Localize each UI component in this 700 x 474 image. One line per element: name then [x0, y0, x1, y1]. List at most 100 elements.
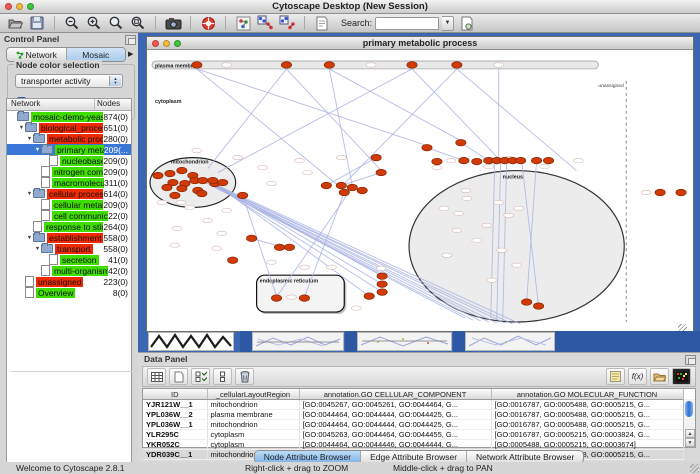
table-column-header[interactable]: _cellularLayoutRegion — [207, 389, 299, 400]
network-node[interactable] — [271, 295, 281, 302]
network-canvas[interactable]: plasma membrane cytoplasm mitochondrion … — [148, 51, 692, 330]
annotation-icon[interactable] — [313, 15, 331, 31]
network-window-titlebar[interactable]: primary metabolic process — [147, 37, 693, 50]
network-node[interactable] — [676, 189, 686, 196]
tree-row[interactable]: macromolecule311(0) — [7, 177, 131, 188]
tab-overflow-arrow-icon[interactable]: ▶ — [128, 50, 133, 58]
tree-row[interactable]: Overview8(0) — [7, 287, 131, 298]
table-vertical-scrollbar[interactable]: ▲ ▼ — [683, 399, 695, 447]
network-node[interactable] — [218, 179, 228, 186]
tree-row[interactable]: ▼cellular process614(0) — [7, 188, 131, 199]
notes-icon[interactable] — [606, 368, 625, 385]
tree-row[interactable]: response to stimulu264(0) — [7, 221, 131, 232]
expand-arrow-icon[interactable]: ▼ — [18, 125, 25, 131]
zoom-fit-icon[interactable] — [107, 15, 125, 31]
background-window-thumbnail[interactable] — [252, 332, 344, 351]
app-resize-grip[interactable] — [690, 464, 699, 473]
network-node[interactable] — [281, 62, 291, 69]
network-node[interactable] — [357, 187, 367, 194]
network-node[interactable] — [162, 184, 172, 191]
network-node[interactable] — [515, 157, 525, 164]
new-attribute-icon[interactable] — [169, 368, 188, 385]
network-node[interactable] — [198, 177, 208, 184]
network-node[interactable] — [192, 62, 202, 69]
background-window-thumbnail[interactable] — [148, 332, 234, 351]
network-node[interactable] — [531, 157, 541, 164]
save-icon[interactable] — [28, 15, 46, 31]
select-attributes-icon[interactable] — [147, 368, 166, 385]
network-node[interactable] — [336, 182, 346, 189]
expand-arrow-icon[interactable]: ▼ — [26, 136, 33, 142]
table-row[interactable]: YPL036W__1mitochondrion[GO:0044464, GO:0… — [143, 420, 683, 430]
tree-column-network[interactable]: Network — [7, 99, 95, 110]
network-node[interactable] — [177, 167, 187, 174]
network-node[interactable] — [246, 235, 256, 242]
tree-row[interactable]: unassigned223(0) — [7, 276, 131, 287]
layout-nodes-icon[interactable] — [256, 15, 274, 31]
network-node[interactable] — [347, 184, 357, 191]
network-node[interactable] — [321, 182, 331, 189]
tree-row[interactable]: secretion41(0) — [7, 254, 131, 265]
float-panel-icon[interactable] — [125, 35, 136, 45]
snapshot-icon[interactable] — [164, 15, 182, 31]
table-column-header[interactable]: ID — [143, 389, 207, 400]
import-table-icon[interactable] — [650, 368, 669, 385]
network-node[interactable] — [459, 157, 469, 164]
search-input[interactable] — [375, 17, 439, 30]
zoom-selected-icon[interactable] — [129, 15, 147, 31]
network-node[interactable] — [472, 158, 482, 165]
network-node[interactable] — [165, 170, 175, 177]
attribute-checklist-icon[interactable] — [191, 368, 210, 385]
network-node[interactable] — [237, 192, 247, 199]
network-node[interactable] — [324, 62, 334, 69]
zoom-in-icon[interactable] — [85, 15, 103, 31]
network-node[interactable] — [377, 281, 387, 288]
network-node[interactable] — [432, 158, 442, 165]
attribute-list-icon[interactable] — [213, 368, 232, 385]
network-node[interactable] — [284, 244, 294, 251]
table-row[interactable]: YJR121W__1mitochondrion[GO:0045267, GO:0… — [143, 400, 683, 410]
background-window-thumbnail[interactable] — [465, 332, 555, 351]
expand-arrow-icon[interactable]: ▼ — [26, 235, 33, 241]
network-node[interactable] — [153, 172, 163, 179]
delete-attribute-icon[interactable] — [235, 368, 254, 385]
expand-arrow-icon[interactable]: ▼ — [26, 191, 33, 197]
tree-column-nodes[interactable]: Nodes — [95, 99, 131, 110]
table-row[interactable]: YPL036W__2plasma membrane[GO:0044464, GO… — [143, 410, 683, 420]
zoom-out-icon[interactable] — [63, 15, 81, 31]
float-data-panel-icon[interactable] — [685, 355, 696, 365]
search-dropdown-arrow-icon[interactable]: ▼ — [442, 16, 454, 31]
network-node[interactable] — [208, 177, 218, 184]
tree-row[interactable]: ▼primary metabol209(... — [7, 144, 131, 155]
network-node[interactable] — [377, 273, 387, 280]
network-node[interactable] — [197, 190, 207, 197]
matrix-icon[interactable] — [672, 368, 691, 385]
network-node[interactable] — [364, 293, 374, 300]
scroll-down-button[interactable]: ▼ — [685, 438, 695, 447]
tree-row[interactable]: ▼establishment of lo558(0) — [7, 232, 131, 243]
network-node[interactable] — [533, 303, 543, 310]
network-node[interactable] — [274, 244, 284, 251]
tree-row[interactable]: mosaic-demo-yeast874(0) — [7, 111, 131, 122]
node-color-dropdown[interactable]: transporter activity ▲▼ — [15, 74, 123, 88]
network-node[interactable] — [371, 154, 381, 161]
scroll-up-button[interactable]: ▲ — [685, 429, 695, 438]
network-node[interactable] — [299, 295, 309, 302]
expand-arrow-icon[interactable]: ▼ — [34, 147, 41, 153]
vizmapper-icon[interactable] — [234, 15, 252, 31]
table-row[interactable]: YLR295Ccytoplasm[GO:0045263, GO:0044464,… — [143, 430, 683, 440]
network-node[interactable] — [376, 169, 386, 176]
plugin-icon[interactable] — [458, 15, 476, 31]
tree-row[interactable]: nucleobase-209(0) — [7, 155, 131, 166]
network-node[interactable] — [456, 139, 466, 146]
tree-row[interactable]: multi-organism pro42(0) — [7, 265, 131, 276]
network-node[interactable] — [170, 192, 180, 199]
help-icon[interactable] — [199, 15, 217, 31]
tree-row[interactable]: ▼biological_process651(0) — [7, 122, 131, 133]
network-node[interactable] — [407, 62, 417, 69]
tree-row[interactable]: ▼transport558(0) — [7, 243, 131, 254]
expand-arrow-icon[interactable]: ▼ — [34, 246, 41, 252]
tree-row[interactable]: cellular metabo209(0) — [7, 199, 131, 210]
network-node[interactable] — [228, 257, 238, 264]
table-column-header[interactable]: annotation.GO CELLULAR_COMPONENT — [299, 389, 491, 400]
